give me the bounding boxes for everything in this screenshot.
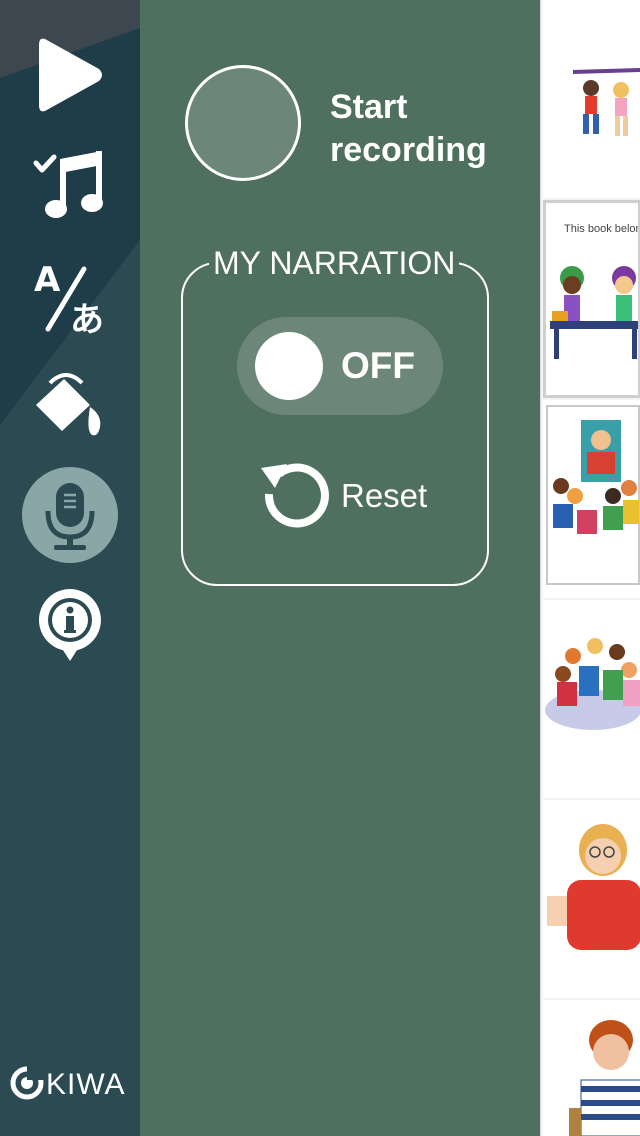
record-button[interactable] xyxy=(185,65,301,181)
thumbnail-page-3[interactable] xyxy=(543,400,640,598)
svg-text:あ: あ xyxy=(70,300,104,335)
logo-text: KIWA xyxy=(46,1068,126,1101)
page-3-illustration xyxy=(546,405,640,585)
reset-icon xyxy=(257,456,333,537)
info-button[interactable] xyxy=(20,575,120,675)
reset-button[interactable]: Reset xyxy=(257,458,427,534)
music-check-icon xyxy=(30,145,110,225)
record-label[interactable]: Start recording xyxy=(330,86,530,172)
page-5-illustration xyxy=(547,824,640,950)
info-icon xyxy=(35,585,105,665)
page-1-illustration xyxy=(572,68,640,136)
music-button[interactable] xyxy=(20,135,120,235)
paint-button[interactable] xyxy=(20,355,120,455)
translate-icon: A あ xyxy=(30,255,110,335)
reset-label: Reset xyxy=(341,477,428,514)
language-button[interactable]: A あ xyxy=(20,245,120,345)
thumbnail-page-4[interactable] xyxy=(543,600,640,798)
thumbnail-page-6[interactable] xyxy=(543,1000,640,1136)
play-icon xyxy=(35,35,105,115)
narration-group: MY NARRATION OFF Reset xyxy=(181,244,489,586)
page-4-illustration xyxy=(545,638,640,730)
page-6-illustration xyxy=(569,1020,640,1136)
thumbnail-page-5[interactable] xyxy=(543,800,640,998)
kiwa-logo: KIWA xyxy=(10,1064,134,1106)
page-thumbnails: This book belongs t xyxy=(540,0,640,1136)
paint-bucket-icon xyxy=(30,365,110,445)
sidebar: A あ KIWA xyxy=(0,0,140,1136)
toggle-knob xyxy=(255,332,323,400)
narration-button[interactable] xyxy=(20,465,120,565)
microphone-icon xyxy=(40,475,100,555)
narration-panel: Start recording MY NARRATION OFF Reset xyxy=(140,0,540,1136)
svg-text:A: A xyxy=(34,260,61,300)
thumbnail-page-1[interactable] xyxy=(543,0,640,198)
thumbnail-page-2[interactable]: This book belongs t xyxy=(543,200,640,398)
narration-toggle[interactable]: OFF xyxy=(237,317,443,415)
play-button[interactable] xyxy=(20,25,120,125)
toggle-label: OFF xyxy=(341,345,415,386)
page-2-illustration xyxy=(550,266,638,359)
kiwa-swirl-icon xyxy=(10,1065,45,1105)
narration-title: MY NARRATION xyxy=(209,244,460,282)
